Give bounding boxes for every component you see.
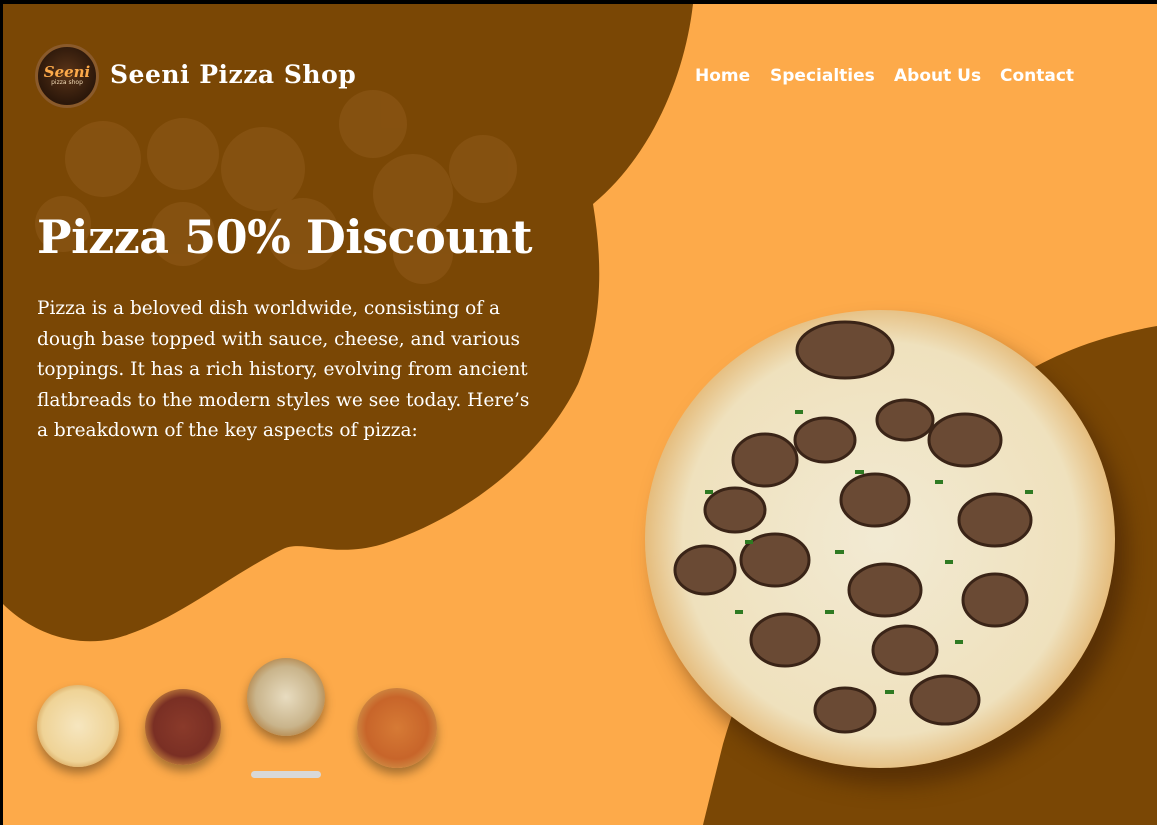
logo-text: Seeni: [43, 63, 91, 81]
thumbnail-pepperoni-pizza[interactable]: [145, 689, 221, 765]
logo-subtext: pizza shop: [51, 79, 83, 86]
nav-about-us[interactable]: About Us: [894, 66, 981, 86]
thumbnail-mushroom-pizza[interactable]: [247, 658, 325, 736]
thumbnail-veggie-pizza[interactable]: [357, 688, 437, 768]
pizza-toppings: [673, 320, 1033, 734]
landing-page: Seeni pizza shop Seeni Pizza Shop Home S…: [3, 4, 1157, 825]
hero-pizza-image: [645, 310, 1115, 768]
carousel-active-indicator: [251, 771, 321, 778]
nav-home[interactable]: Home: [695, 66, 750, 86]
hero-headline: Pizza 50% Discount: [37, 210, 532, 264]
nav-contact[interactable]: Contact: [1000, 66, 1074, 86]
thumbnail-cheese-pizza[interactable]: [37, 685, 119, 767]
brand-name: Seeni Pizza Shop: [110, 60, 357, 89]
logo[interactable]: Seeni pizza shop: [35, 44, 99, 108]
hero-description: Pizza is a beloved dish worldwide, consi…: [37, 298, 530, 442]
nav-specialties[interactable]: Specialties: [770, 66, 875, 86]
